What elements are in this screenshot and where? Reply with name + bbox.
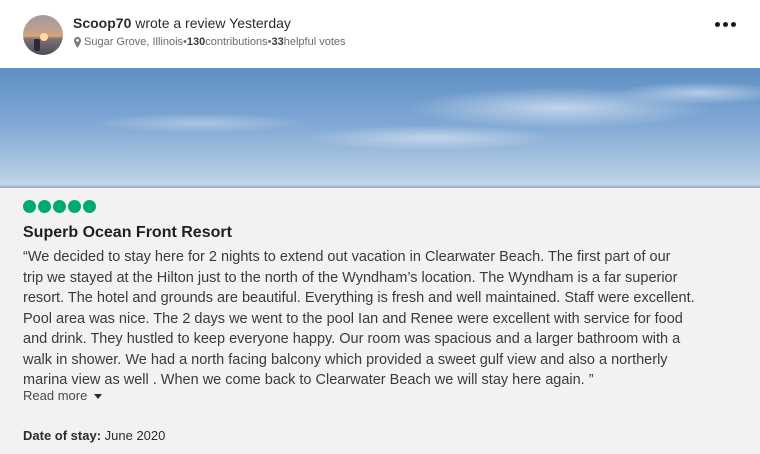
date-of-stay-label: Date of stay: [23,428,102,443]
headline-action: wrote a review [131,15,230,31]
rating-bubble-icon [83,200,96,213]
chevron-down-icon [94,393,103,399]
review-body-line: “We decided to stay here for 2 nights to… [23,249,671,265]
review-body-line: marina view as well . When we come back … [23,372,594,388]
review-body-line: Pool area was nice. The 2 days we went t… [23,310,683,327]
date-of-stay-value: June 2020 [101,428,166,443]
photo-horizon [0,185,760,188]
rating-bubble-icon [23,200,36,213]
review-body-line: resort. The hotel and grounds are beauti… [23,290,695,306]
review-photo[interactable] [0,68,760,188]
helpful-votes-count: 33 [271,36,284,48]
read-more-button[interactable]: Read more [23,388,103,403]
review-body-line: trip we stayed at the Hilton just to the… [23,269,678,286]
reviewer-location: Sugar Grove, Illinois [84,36,184,48]
review-title[interactable]: Superb Ocean Front Resort [23,223,232,243]
review-headline: Scoop70 wrote a review Yesterday [73,14,291,32]
review-header: Scoop70 wrote a review Yesterday Sugar G… [0,0,760,68]
location-pin-icon [74,36,81,48]
rating-bubble-icon [53,200,66,213]
reviewer-meta: Sugar Grove, Illinois • 130 contribution… [74,35,346,49]
contributions-count: 130 [186,36,206,48]
avatar-figure [34,39,40,51]
more-options-icon[interactable] [711,15,739,33]
review-body-line: walk in shower. We had a north facing ba… [23,351,668,368]
review-body: “We decided to stay here for 2 nights to… [23,247,743,391]
contributions-label: contributions [205,36,268,48]
review-body-line: and drink. They hustled to keep everyone… [23,331,681,347]
rating-bubble-icon [68,200,81,213]
helpful-votes-label: helpful votes [283,36,346,48]
avatar[interactable] [23,15,63,55]
read-more-label: Read more [23,388,88,403]
review-when: Yesterday [229,15,291,31]
bubble-rating [23,200,98,213]
rating-bubble-icon [38,200,51,213]
username-link[interactable]: Scoop70 [73,15,131,31]
date-of-stay: Date of stay: June 2020 [23,428,165,443]
avatar-sun [40,33,48,41]
